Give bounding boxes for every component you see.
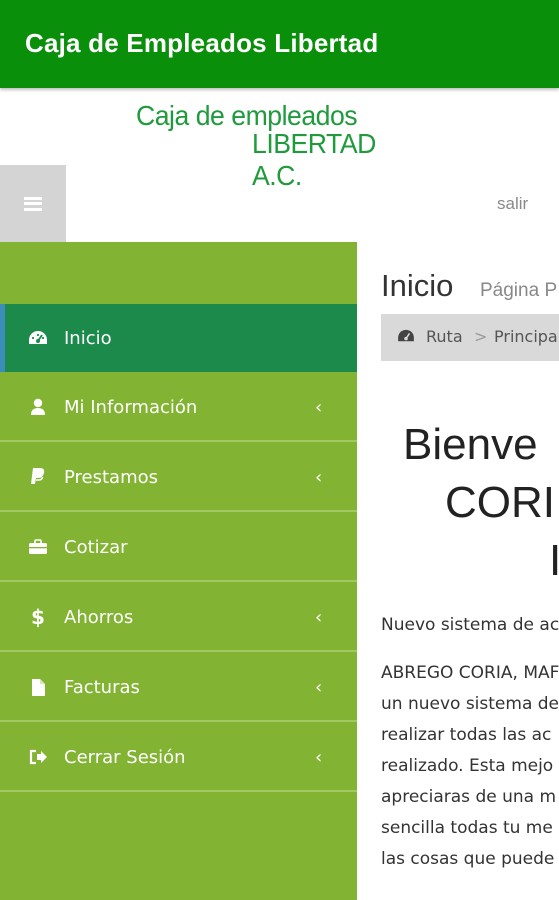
sidebar-item-inicio[interactable]: Inicio [0, 304, 357, 372]
breadcrumb-root-link[interactable]: Ruta [426, 327, 463, 346]
company-logo: Caja de empleados LIBERTAD A.C. [136, 98, 436, 191]
user-icon [28, 397, 48, 417]
paragraph-line: las cosas que puede [381, 849, 555, 869]
paypal-icon [28, 467, 48, 487]
breadcrumb: Ruta > Principa [381, 314, 559, 361]
app-bar: Caja de Empleados Libertad [0, 0, 559, 88]
paragraph-line: realizado. Esta mejo [381, 756, 554, 776]
welcome-line-3: I [549, 536, 559, 585]
paragraph-line: ABREGO CORIA, MAF [381, 663, 559, 683]
sidebar-item-label: Cotizar [64, 536, 128, 558]
sidebar-item-label: Prestamos [64, 466, 159, 488]
app-title: Caja de Empleados Libertad [25, 28, 379, 58]
paragraph-line: un nuevo sistema de [381, 694, 559, 714]
briefcase-icon [28, 537, 48, 557]
sidebar: Inicio Mi Información ‹ Prestamos ‹ Coti… [0, 242, 357, 900]
paragraph-line: apreciaras de una m [381, 787, 557, 807]
sidebar-item-prestamos[interactable]: Prestamos ‹ [0, 444, 357, 512]
chevron-left-icon: ‹ [315, 396, 323, 418]
intro-paragraph: Nuevo sistema de ac [381, 615, 559, 635]
logout-link[interactable]: salir [497, 194, 528, 214]
main-content: Inicio Página P Ruta > Principa Bienve C… [357, 242, 559, 900]
chevron-left-icon: ‹ [315, 676, 323, 698]
dashboard-icon [397, 328, 415, 347]
page-title: Inicio [381, 268, 454, 303]
welcome-line-2: CORI [445, 478, 555, 527]
sidebar-item-label: Inicio [64, 327, 112, 349]
chevron-left-icon: ‹ [315, 466, 323, 488]
sign-out-icon [28, 747, 48, 767]
sidebar-toggle-button[interactable] [0, 165, 66, 242]
sidebar-item-cerrar-sesion[interactable]: Cerrar Sesión ‹ [0, 724, 357, 792]
dollar-icon: $ [31, 605, 45, 629]
sidebar-item-mi-informacion[interactable]: Mi Información ‹ [0, 374, 357, 442]
description-paragraph: ABREGO CORIA, MAF un nuevo sistema de re… [381, 658, 559, 875]
chevron-left-icon: ‹ [315, 606, 323, 628]
logo-line-2: LIBERTAD A.C. [252, 128, 376, 191]
file-icon [28, 677, 48, 697]
sidebar-item-label: Ahorros [64, 606, 134, 628]
page-subtitle: Página P [480, 280, 558, 301]
breadcrumb-current: Principa [494, 327, 558, 346]
dashboard-icon [28, 328, 48, 348]
paragraph-line: sencilla todas tu me [381, 818, 553, 838]
sidebar-item-label: Cerrar Sesión [64, 746, 186, 768]
sidebar-item-label: Facturas [64, 676, 140, 698]
sidebar-item-ahorros[interactable]: $ Ahorros ‹ [0, 584, 357, 652]
sidebar-item-cotizar[interactable]: Cotizar [0, 514, 357, 582]
hamburger-icon [24, 196, 42, 211]
sidebar-item-facturas[interactable]: Facturas ‹ [0, 654, 357, 722]
paragraph-line: realizar todas las ac [381, 725, 552, 745]
breadcrumb-separator: > [474, 327, 488, 346]
welcome-line-1: Bienve [403, 420, 538, 469]
sidebar-item-label: Mi Información [64, 396, 198, 418]
chevron-left-icon: ‹ [315, 746, 323, 768]
